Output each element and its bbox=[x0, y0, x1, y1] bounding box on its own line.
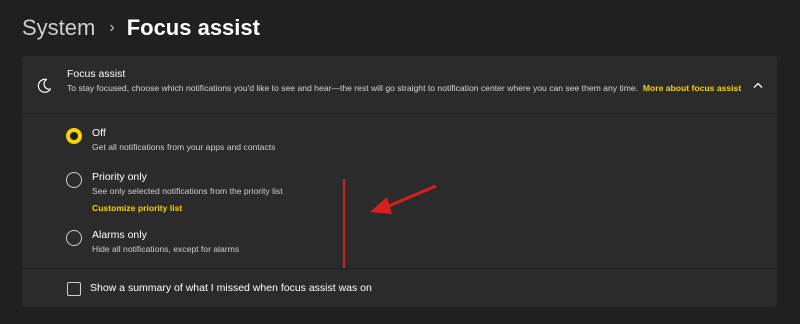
radio-priority-only[interactable] bbox=[66, 172, 82, 188]
breadcrumb-system-link[interactable]: System bbox=[22, 15, 95, 41]
option-off-description: Get all notifications from your apps and… bbox=[92, 142, 276, 152]
customize-priority-list-link[interactable]: Customize priority list bbox=[92, 203, 182, 213]
focus-assist-options: Off Get all notifications from your apps… bbox=[22, 114, 777, 268]
option-alarms-only-description: Hide all notifications, except for alarm… bbox=[92, 244, 240, 254]
option-priority-only[interactable]: Priority only See only selected notifica… bbox=[22, 158, 777, 216]
moon-icon bbox=[37, 78, 52, 93]
page-title: Focus assist bbox=[126, 15, 260, 40]
option-alarms-only[interactable]: Alarms only Hide all notifications, exce… bbox=[22, 216, 777, 268]
focus-assist-title: Focus assist bbox=[67, 68, 126, 80]
focus-assist-card: Focus assist To stay focused, choose whi… bbox=[22, 56, 777, 307]
focus-assist-header[interactable]: Focus assist To stay focused, choose whi… bbox=[22, 56, 777, 114]
focus-assist-description: To stay focused, choose which notificati… bbox=[67, 82, 757, 94]
option-priority-only-description: See only selected notifications from the… bbox=[92, 186, 283, 196]
summary-checkbox-label: Show a summary of what I missed when foc… bbox=[90, 282, 372, 294]
more-about-focus-assist-link[interactable]: More about focus assist bbox=[643, 83, 741, 93]
option-off[interactable]: Off Get all notifications from your apps… bbox=[22, 114, 777, 158]
summary-checkbox[interactable] bbox=[67, 282, 81, 296]
radio-off[interactable] bbox=[66, 128, 82, 144]
chevron-up-icon[interactable] bbox=[753, 81, 763, 89]
breadcrumb-separator-icon: › bbox=[109, 19, 115, 36]
focus-assist-description-text: To stay focused, choose which notificati… bbox=[67, 83, 639, 93]
radio-alarms-only[interactable] bbox=[66, 230, 82, 246]
option-alarms-only-title: Alarms only bbox=[92, 229, 147, 241]
breadcrumb: System › Focus assist bbox=[22, 12, 260, 44]
summary-row[interactable]: Show a summary of what I missed when foc… bbox=[22, 268, 777, 307]
option-priority-only-title: Priority only bbox=[92, 171, 147, 183]
option-off-title: Off bbox=[92, 127, 106, 139]
